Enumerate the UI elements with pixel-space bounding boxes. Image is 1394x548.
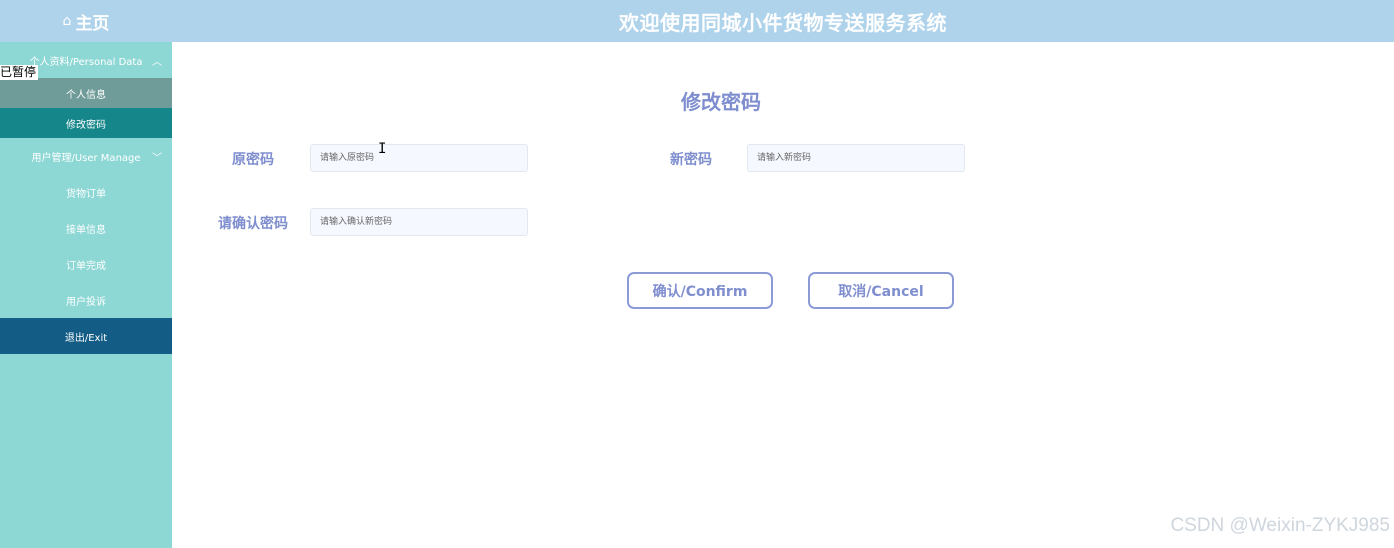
home-icon: ⌂ [62, 13, 72, 29]
confirm-button[interactable]: 确认/Confirm [627, 272, 773, 309]
chevron-down-icon: ﹀ [152, 153, 162, 164]
confirm-password-input[interactable] [310, 208, 528, 236]
sidebar-item-label: 订单完成 [66, 260, 106, 272]
cancel-button[interactable]: 取消/Cancel [808, 272, 954, 309]
sidebar-item-complaints[interactable]: 用户投诉 [0, 282, 172, 318]
sidebar-item-completed-orders[interactable]: 订单完成 [0, 246, 172, 282]
sidebar-item-label: 用户投诉 [66, 296, 106, 308]
sidebar-item-change-password[interactable]: 修改密码 [0, 108, 172, 138]
page-title: 修改密码 [172, 86, 1394, 115]
sidebar: 个人资料/Personal Data ︿ 个人信息 修改密码 用户管理/User… [0, 42, 172, 548]
paused-overlay-text: 已暂停 [0, 65, 39, 80]
home-link[interactable]: ⌂ 主页 [0, 0, 172, 42]
sidebar-group-user-manage[interactable]: 用户管理/User Manage ﹀ [0, 138, 172, 174]
page-title-text: 修改密码 [681, 90, 761, 114]
old-password-input[interactable] [310, 144, 528, 172]
sidebar-group-label: 个人资料/Personal Data [29, 56, 143, 68]
chevron-up-icon: ︿ [152, 57, 162, 68]
sidebar-item-label: 退出/Exit [64, 332, 108, 344]
sidebar-item-label: 货物订单 [66, 188, 106, 200]
sidebar-group-label: 用户管理/User Manage [31, 152, 141, 164]
confirm-password-label: 请确认密码 [218, 216, 288, 232]
text-cursor-icon: I [378, 141, 387, 157]
sidebar-item-label: 修改密码 [66, 119, 106, 131]
site-title: 欢迎使用同城小件货物专送服务系统 [619, 10, 947, 35]
sidebar-item-accepted-orders[interactable]: 接单信息 [0, 210, 172, 246]
home-label: 主页 [75, 13, 110, 34]
sidebar-item-personal-info[interactable]: 个人信息 [0, 78, 172, 108]
sidebar-item-label: 接单信息 [66, 224, 106, 236]
watermark: CSDN @Weixin-ZYKJ985 [1170, 515, 1390, 536]
sidebar-item-exit[interactable]: 退出/Exit [0, 318, 172, 354]
sidebar-item-cargo-orders[interactable]: 货物订单 [0, 174, 172, 210]
top-bar: ⌂ 主页 欢迎使用同城小件货物专送服务系统 [0, 0, 1394, 42]
new-password-label: 新密码 [670, 152, 712, 168]
sidebar-item-label: 个人信息 [66, 89, 106, 101]
old-password-label: 原密码 [232, 152, 274, 168]
new-password-input[interactable] [747, 144, 965, 172]
